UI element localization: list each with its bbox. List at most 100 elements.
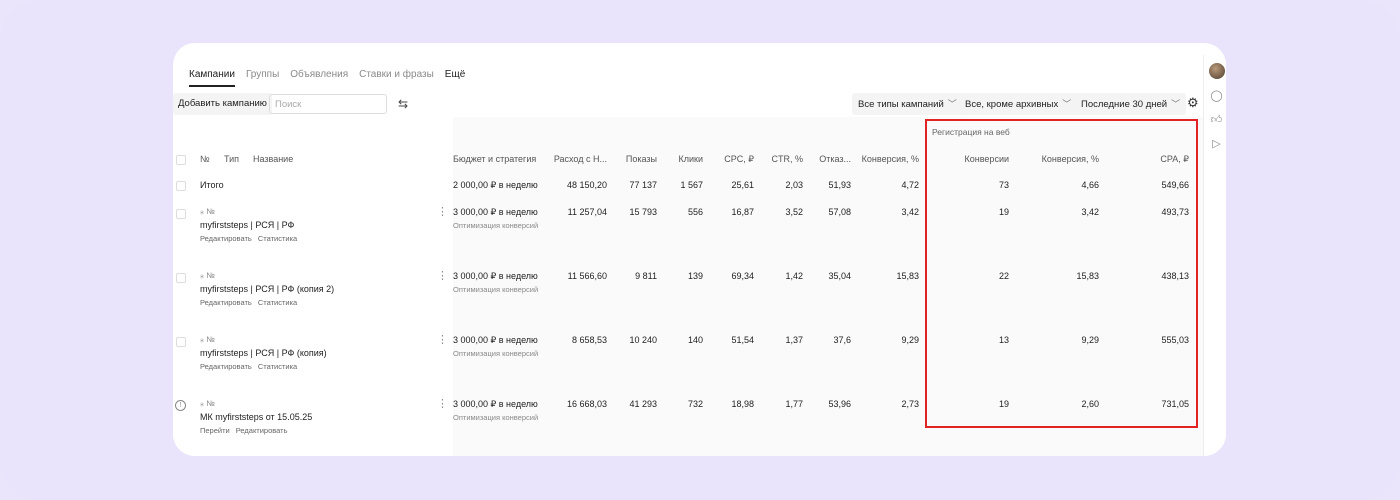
row-spend: 16 668,03: [566, 399, 607, 409]
period-dropdown[interactable]: Последние 30 дней ﹀: [1075, 93, 1187, 115]
campaigns-table: Регистрация на веб № Тип Название Бюджет…: [173, 117, 1203, 456]
campaign-name-link[interactable]: myfirststeps | РСЯ | РФ (копия): [200, 348, 327, 358]
search-input[interactable]: Поиск: [269, 94, 387, 114]
row-clicks: 556: [687, 207, 703, 217]
more-vertical-icon[interactable]: ⋮: [437, 397, 448, 410]
row-strategy: Оптимизация конверсий: [453, 413, 539, 422]
row-budget: 3 000,00 ₽ в неделю: [453, 207, 538, 217]
header-cpc[interactable]: CPC, ₽: [709, 154, 754, 165]
header-conv-rate[interactable]: Конверсия, %: [853, 154, 919, 164]
row-bounce: 37,6: [833, 335, 851, 345]
row-goal-cpa: 555,03: [1161, 335, 1189, 345]
row-budget: 3 000,00 ₽ в неделю: [453, 399, 538, 409]
row-num-label: №: [206, 271, 215, 280]
tab-more[interactable]: Ещё: [445, 69, 465, 87]
row-conv-rate: 15,83: [896, 271, 919, 281]
row-budget: 3 000,00 ₽ в неделю: [453, 271, 538, 281]
go-to-link[interactable]: Перейти: [200, 426, 230, 435]
tab-bar: Кампании Группы Объявления Ставки и фраз…: [189, 69, 465, 87]
status-filter-dropdown[interactable]: Все, кроме архивных ﹀: [959, 93, 1078, 115]
warning-icon[interactable]: !: [175, 400, 186, 411]
campaign-name-link[interactable]: myfirststeps | РСЯ | РФ: [200, 220, 294, 230]
tab-groups[interactable]: Группы: [246, 69, 279, 87]
chat-icon[interactable]: ◯: [1210, 90, 1223, 103]
row-checkbox[interactable]: [176, 273, 186, 283]
stats-link[interactable]: Статистика: [258, 362, 297, 371]
play-icon[interactable]: ▷: [1210, 138, 1223, 151]
row-goal-conv-rate: 3,42: [1081, 207, 1099, 217]
header-goal-conv-rate[interactable]: Конверсия, %: [1029, 154, 1099, 164]
row-goal-conversions: 19: [998, 207, 1009, 217]
total-cpc: 25,61: [731, 180, 754, 190]
tab-bids-phrases[interactable]: Ставки и фразы: [359, 69, 434, 87]
row-strategy: Оптимизация конверсий: [453, 221, 539, 230]
campaign-name-link[interactable]: myfirststeps | РСЯ | РФ (копия 2): [200, 284, 334, 294]
campaigns-window: Кампании Группы Объявления Ставки и фраз…: [173, 43, 1226, 456]
tab-campaigns[interactable]: Кампании: [189, 69, 235, 87]
row-goal-conv-rate: 2,60: [1081, 399, 1099, 409]
row-spend: 8 658,53: [571, 335, 607, 345]
campaign-name-link[interactable]: МК myfirststeps от 15.05.25: [200, 412, 312, 422]
thumbs-up-icon[interactable]: 👍︎: [1210, 114, 1223, 127]
row-checkbox[interactable]: [176, 209, 186, 219]
header-num[interactable]: №: [200, 154, 210, 164]
row-goal-conversions: 22: [998, 271, 1009, 281]
row-checkbox[interactable]: [176, 337, 186, 347]
gear-icon[interactable]: ⚙: [1187, 95, 1199, 111]
row-conv-rate: 9,29: [901, 335, 919, 345]
total-budget: 2 000,00 ₽ в неделю: [453, 180, 538, 190]
header-impressions[interactable]: Показы: [611, 154, 657, 164]
row-cpc: 16,87: [731, 207, 754, 217]
more-vertical-icon[interactable]: ⋮: [437, 333, 448, 346]
row-impressions: 15 793: [629, 207, 657, 217]
total-goal-conv-rate: 4,66: [1081, 180, 1099, 190]
period-label: Последние 30 дней: [1081, 99, 1168, 110]
header-spend[interactable]: Расход с Н...: [543, 154, 607, 164]
row-ctr: 1,37: [785, 335, 803, 345]
edit-link[interactable]: Редактировать: [236, 426, 288, 435]
more-vertical-icon[interactable]: ⋮: [437, 269, 448, 282]
row-ctr: 3,52: [785, 207, 803, 217]
header-bounce[interactable]: Отказ...: [805, 154, 851, 164]
header-name[interactable]: Название: [253, 154, 293, 164]
row-clicks: 139: [687, 271, 703, 281]
header-clicks[interactable]: Клики: [663, 154, 704, 164]
tab-ads[interactable]: Объявления: [290, 69, 348, 87]
row-type-icon: ⁎ №: [200, 207, 215, 216]
row-actions: Редактировать Статистика: [200, 234, 303, 243]
total-label: Итого: [200, 180, 224, 190]
row-budget: 3 000,00 ₽ в неделю: [453, 335, 538, 345]
row-goal-conversions: 13: [998, 335, 1009, 345]
total-ctr: 2,03: [785, 180, 803, 190]
more-vertical-icon[interactable]: ⋮: [437, 205, 448, 218]
edit-link[interactable]: Редактировать: [200, 298, 252, 307]
header-ctr[interactable]: CTR, %: [757, 154, 804, 164]
row-strategy: Оптимизация конверсий: [453, 285, 539, 294]
row-type-icon: ⁎ №: [200, 271, 215, 280]
header-goal-cpa[interactable]: CPA, ₽: [1119, 154, 1189, 165]
header-goal-conversions[interactable]: Конверсии: [943, 154, 1009, 164]
header-budget[interactable]: Бюджет и стратегия: [453, 154, 547, 164]
row-clicks: 140: [687, 335, 703, 345]
total-bounce: 51,93: [828, 180, 851, 190]
row-bounce: 53,96: [828, 399, 851, 409]
stats-link[interactable]: Статистика: [258, 298, 297, 307]
add-campaign-button[interactable]: Добавить кампанию: [173, 93, 272, 115]
row-bounce: 57,08: [828, 207, 851, 217]
header-type[interactable]: Тип: [224, 154, 239, 164]
chevron-down-icon: ﹀: [1062, 99, 1072, 109]
select-all-checkbox[interactable]: [176, 155, 186, 165]
campaign-type-dropdown[interactable]: Все типы кампаний ﹀: [852, 93, 963, 115]
avatar[interactable]: [1209, 63, 1225, 79]
row-clicks: 732: [687, 399, 703, 409]
total-goal-cpa: 549,66: [1161, 180, 1189, 190]
row-goal-conversions: 19: [998, 399, 1009, 409]
row-goal-cpa: 731,05: [1161, 399, 1189, 409]
edit-link[interactable]: Редактировать: [200, 362, 252, 371]
filter-settings-icon[interactable]: ⇆: [395, 96, 411, 112]
row-num-label: №: [206, 207, 215, 216]
stats-link[interactable]: Статистика: [258, 234, 297, 243]
row-ctr: 1,77: [785, 399, 803, 409]
edit-link[interactable]: Редактировать: [200, 234, 252, 243]
total-checkbox[interactable]: [176, 181, 186, 191]
